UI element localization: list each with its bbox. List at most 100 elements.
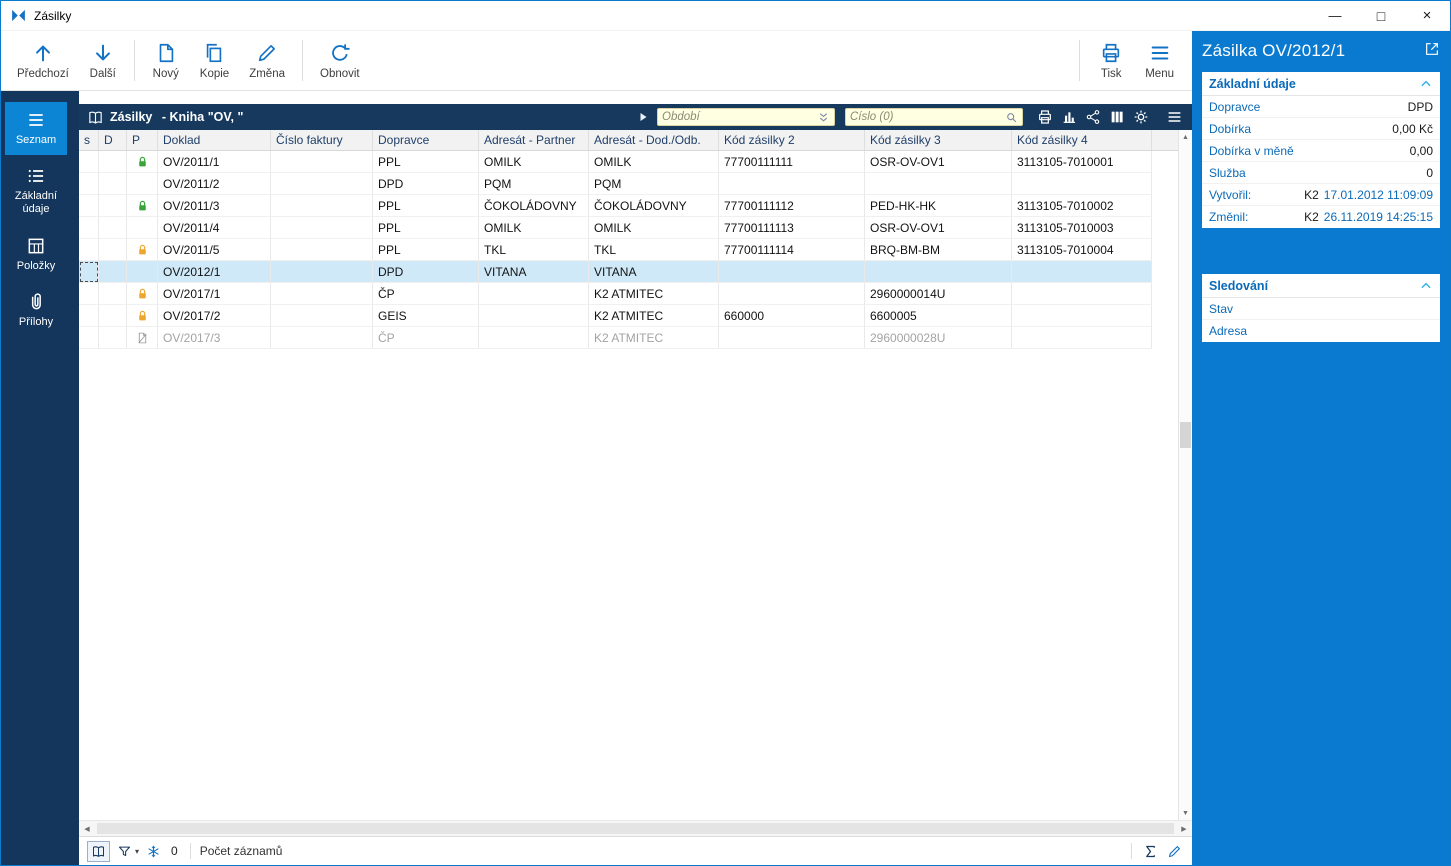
menu-icon[interactable] (1165, 109, 1184, 125)
table-row-ov-2017-3[interactable]: OV/2017/3 ČP K2 ATMITEC 2960000028U (79, 327, 1192, 349)
chevron-up-icon[interactable] (1419, 279, 1433, 293)
column-header-partner[interactable]: Adresát - Partner (479, 130, 589, 150)
cell-dododb: ČOKOLÁDOVNY (589, 195, 719, 217)
column-header-d[interactable]: D (99, 130, 127, 150)
close-button[interactable]: × (1404, 1, 1450, 30)
table-row-ov-2017-2[interactable]: OV/2017/2 GEIS K2 ATMITEC 660000 6600005 (79, 305, 1192, 327)
vertical-scroll-thumb[interactable] (1180, 422, 1191, 449)
detail-value: DPD (1407, 99, 1433, 114)
toolbar-button-label: Obnovit (320, 67, 360, 80)
horizontal-scroll-thumb[interactable] (97, 823, 1174, 834)
share-icon[interactable] (1085, 109, 1101, 125)
scroll-up-arrow[interactable]: ▲ (1179, 130, 1192, 144)
view-mode-icon[interactable] (87, 840, 110, 862)
window-content: Předchozí Další Nový Kopie Změna Obnovit Tisk… (1, 31, 1450, 865)
cell-p (127, 173, 158, 195)
toolbar-button-menu[interactable]: Menu (1135, 33, 1184, 88)
chevron-up-icon[interactable] (1419, 77, 1433, 91)
columns-icon[interactable] (1109, 109, 1125, 125)
scroll-down-arrow[interactable]: ▼ (1179, 806, 1192, 820)
scroll-left-arrow[interactable]: ◀ (79, 825, 95, 833)
table-row-ov-2011-4[interactable]: OV/2011/4 PPL OMILK OMILK 77700111113 OSR-OV-… (79, 217, 1192, 239)
cell-d (99, 151, 127, 173)
column-header-p[interactable]: P (127, 130, 158, 150)
lock-yellow-icon (127, 283, 158, 305)
detail-row-sluzba: Služba 0 (1202, 162, 1440, 184)
lock-yellow-icon (127, 305, 158, 327)
freeze-count: 0 (171, 844, 178, 858)
search-icon[interactable] (1005, 111, 1018, 124)
sidebar-item-prilohy[interactable]: Přílohy (5, 284, 67, 337)
filter-dropdown-arrow[interactable]: ▾ (135, 847, 139, 856)
column-header-kod2[interactable]: Kód zásilky 2 (719, 130, 865, 150)
cell-d (99, 327, 127, 349)
table-row-ov-2012-1[interactable]: OV/2012/1 DPD VITANA VITANA (79, 261, 1192, 283)
column-header-faktura[interactable]: Číslo faktury (271, 130, 373, 150)
horizontal-scrollbar[interactable]: ◀ ▶ (79, 820, 1192, 836)
cell-partner (479, 305, 589, 327)
toolbar-button-kopie[interactable]: Kopie (190, 33, 239, 88)
table-row-ov-2011-3[interactable]: OV/2011/3 PPL ČOKOLÁDOVNY ČOKOLÁDOVNY 777001… (79, 195, 1192, 217)
column-header-kod3[interactable]: Kód zásilky 3 (865, 130, 1012, 150)
printer-icon[interactable] (1037, 109, 1053, 125)
column-header-dododb[interactable]: Adresát - Dod./Odb. (589, 130, 719, 150)
cell-dododb: K2 ATMITEC (589, 327, 719, 349)
toolbar-button-predchozi[interactable]: Předchozí (7, 33, 79, 88)
cell-kod4 (1012, 173, 1152, 195)
sum-icon[interactable] (1141, 842, 1160, 861)
column-header-dopravce[interactable]: Dopravce (373, 130, 479, 150)
freeze-icon[interactable] (144, 842, 163, 861)
toolbar-button-tisk[interactable]: Tisk (1087, 33, 1135, 88)
cell-partner: PQM (479, 173, 589, 195)
sidebar-item-label: Položky (16, 259, 56, 272)
toolbar-button-zmena[interactable]: Změna (239, 33, 295, 88)
vertical-scroll-track[interactable] (1179, 144, 1192, 806)
status-separator-right (1131, 843, 1132, 859)
number-filter[interactable] (845, 108, 1023, 126)
table-row-ov-2011-5[interactable]: OV/2011/5 PPL TKL TKL 77700111114 BRQ-BM-BM 31… (79, 239, 1192, 261)
gear-icon[interactable] (1133, 109, 1149, 125)
cell-kod4: 3113105-7010004 (1012, 239, 1152, 261)
minimize-button[interactable]: — (1312, 1, 1358, 30)
filter-icon[interactable] (115, 842, 134, 861)
period-filter-input[interactable] (662, 111, 817, 123)
column-header-s[interactable]: s (79, 130, 99, 150)
vertical-scrollbar[interactable]: ▲ ▼ (1178, 130, 1192, 820)
cell-partner: VITANA (479, 261, 589, 283)
cell-kod3: OSR-OV-OV1 (865, 217, 1012, 239)
table-row-ov-2017-1[interactable]: OV/2017/1 ČP K2 ATMITEC 2960000014U (79, 283, 1192, 305)
column-header-doklad[interactable]: Doklad (158, 130, 271, 150)
cell-kod2 (719, 173, 865, 195)
column-header-kod4[interactable]: Kód zásilky 4 (1012, 130, 1152, 150)
open-in-window-icon[interactable] (1424, 41, 1440, 57)
detail-row-vytvoril: Vytvořil: K2 17.01.2012 11:09:09 (1202, 184, 1440, 206)
cell-s (79, 261, 99, 283)
sidebar-item-polozky[interactable]: Položky (5, 228, 67, 281)
toolbar-button-obnovit[interactable]: Obnovit (310, 33, 370, 88)
detail-timestamp: 17.01.2012 11:09:09 (1323, 187, 1433, 202)
cell-dododb: VITANA (589, 261, 719, 283)
cell-kod2 (719, 261, 865, 283)
toolbar-button-novy[interactable]: Nový (142, 33, 190, 88)
cell-dopravce: PPL (373, 217, 479, 239)
number-filter-input[interactable] (850, 111, 1005, 123)
table-row-ov-2011-2[interactable]: OV/2011/2 DPD PQM PQM (79, 173, 1192, 195)
book-icon (87, 109, 104, 126)
edit-icon[interactable] (1165, 842, 1184, 861)
cell-d (99, 195, 127, 217)
detail-section-header[interactable]: Základní údaje (1202, 72, 1440, 96)
maximize-button[interactable]: □ (1358, 1, 1404, 30)
scroll-right-arrow[interactable]: ▶ (1176, 825, 1192, 833)
horizontal-scroll-track[interactable] (95, 821, 1176, 836)
expand-filter-icon[interactable] (637, 111, 649, 123)
period-filter[interactable] (657, 108, 835, 126)
table-row-ov-2011-1[interactable]: OV/2011/1 PPL OMILK OMILK 77700111111 OSR-OV-… (79, 151, 1192, 173)
cell-kod4: 3113105-7010003 (1012, 217, 1152, 239)
detail-section-header[interactable]: Sledování (1202, 274, 1440, 298)
chevrons-down-icon[interactable] (817, 111, 830, 124)
sidebar-item-seznam[interactable]: Seznam (5, 102, 67, 156)
chart-icon[interactable] (1061, 109, 1077, 125)
cell-kod3: 2960000028U (865, 327, 1012, 349)
toolbar-button-dalsi[interactable]: Další (79, 33, 127, 88)
sidebar-item-zakladni-udaje[interactable]: Základní údaje (5, 158, 67, 224)
